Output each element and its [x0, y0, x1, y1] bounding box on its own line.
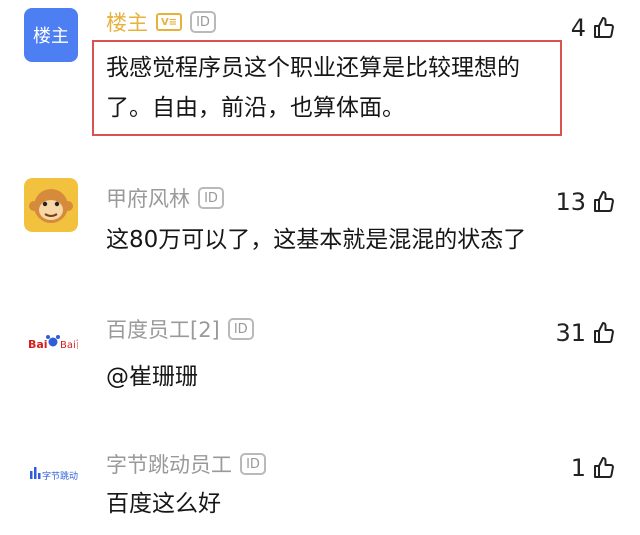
thumbs-up-icon [594, 17, 614, 38]
comment-text: 这80万可以了，这基本就是混混的状态了 [106, 220, 526, 260]
like-button[interactable]: 13 [555, 188, 616, 216]
comment-line: 了。自由，前沿，也算体面。 [106, 95, 405, 121]
vip-badge-icon: V≡ [156, 13, 182, 31]
author-name[interactable]: 字节跳动员工 [106, 449, 232, 479]
like-count: 13 [555, 188, 586, 216]
bytedance-avatar[interactable]: 字节跳动 [24, 446, 78, 500]
thumbs-up-icon [594, 457, 614, 478]
comment-item: 甲府风林 ID 13 这80万可以了，这基本就是混混的状态了 [0, 170, 640, 290]
bytedance-logo-icon: 字节跳动 [30, 467, 78, 482]
comment-header: 字节跳动员工 ID [106, 450, 266, 478]
author-name[interactable]: 甲府风林 [106, 183, 190, 213]
id-badge-icon: ID [198, 187, 224, 209]
comment-text: 我感觉程序员这个职业还算是比较理想的 了。自由，前沿，也算体面。 [106, 48, 520, 128]
like-button[interactable]: 31 [555, 319, 616, 347]
like-count: 1 [570, 454, 586, 482]
comment-line: 这80万可以了，这基本就是混混的状态了 [106, 227, 527, 253]
svg-text:Bai: Bai [28, 338, 48, 351]
comment-text: 百度这么好 [106, 484, 221, 524]
author-name[interactable]: 百度员工[2] [106, 314, 220, 344]
comment-line: 我感觉程序员这个职业还算是比较理想的 [106, 55, 520, 81]
like-count: 4 [570, 14, 586, 42]
monkey-icon [24, 178, 78, 232]
bytedance-logo-text: 字节跳动 [42, 470, 78, 482]
thumbs-up-icon [594, 322, 614, 343]
like-button[interactable]: 1 [571, 454, 616, 482]
baidu-logo-text: Bai百度 [60, 338, 78, 351]
like-count: 31 [555, 319, 586, 347]
id-badge-icon: ID [190, 11, 216, 33]
comment-header: 楼主 V≡ ID [106, 8, 216, 36]
comment-header: 百度员工[2] ID [106, 315, 254, 343]
like-button[interactable]: 4 [571, 14, 616, 42]
owner-avatar-label: 楼主 [33, 26, 69, 47]
baidu-avatar[interactable]: Bai Bai百度 [24, 315, 78, 369]
comment-item: Bai Bai百度 百度员工[2] ID 31 @崔珊珊 [0, 305, 640, 425]
id-badge-icon: ID [227, 318, 254, 340]
monkey-avatar[interactable] [24, 178, 78, 232]
comment-item: 字节跳动 字节跳动员工 ID 1 百度这么好 [0, 440, 640, 535]
author-name[interactable]: 楼主 [106, 7, 148, 37]
id-badge-icon: ID [240, 453, 266, 475]
thumbs-up-icon [594, 191, 614, 212]
comment-header: 甲府风林 ID [106, 184, 224, 212]
comment-text: @崔珊珊 [106, 357, 198, 397]
baidu-logo-icon: Bai Bai百度 [28, 335, 78, 351]
owner-avatar[interactable]: 楼主 [24, 8, 78, 62]
comment-line: 百度这么好 [106, 491, 221, 517]
comment-item: 楼主 楼主 V≡ ID 4 我感觉程序员这个职业还算是比较理想的 了。自由，前沿… [0, 0, 640, 150]
comment-line: @崔珊珊 [106, 364, 198, 390]
